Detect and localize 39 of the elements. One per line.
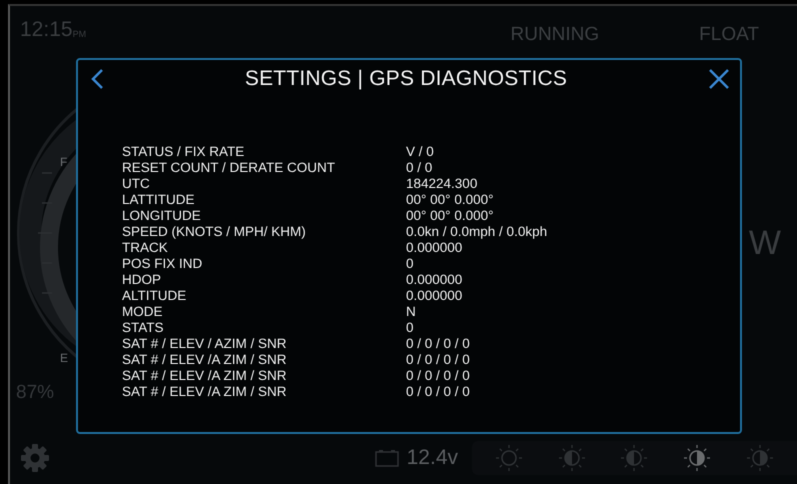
field-value: 0.0kn / 0.0mph / 0.0kph xyxy=(406,224,548,240)
field-label: STATS xyxy=(122,320,165,336)
field-value: 00° 00° 0.000° xyxy=(406,192,495,208)
field-label: SAT # / ELEV /A ZIM / SNR xyxy=(122,384,288,400)
field-label: ALTITUDE xyxy=(122,288,188,304)
field-value: 0.000000 xyxy=(406,240,464,256)
field-value: 0 xyxy=(406,320,415,336)
field-value: 0 / 0 xyxy=(406,160,434,176)
battery-icon xyxy=(374,449,399,467)
full-label: F xyxy=(60,154,68,168)
field-value: 0.000000 xyxy=(406,288,464,304)
brightness-icon[interactable] xyxy=(683,444,712,472)
settings-icon[interactable] xyxy=(20,443,50,473)
field-value: N xyxy=(406,304,417,320)
field-value: 0 / 0 / 0 / 0 xyxy=(406,352,471,368)
field-label: UTC xyxy=(122,176,151,192)
field-label: HDOP xyxy=(122,272,162,288)
voltage-reading: 12.4v xyxy=(406,446,458,470)
field-label: RESET COUNT / DERATE COUNT xyxy=(122,160,336,176)
empty-label: E xyxy=(60,350,68,364)
field-value: 00° 00° 0.000° xyxy=(406,208,495,224)
field-value: V / 0 xyxy=(406,144,435,160)
field-label: SAT # / ELEV /A ZIM / SNR xyxy=(122,368,288,384)
field-value: 0.000000 xyxy=(406,272,464,288)
field-label: SAT # / ELEV / AZIM / SNR xyxy=(122,336,288,352)
field-label: TRACK xyxy=(122,240,169,256)
field-label: LONGITUDE xyxy=(122,208,202,224)
field-value: 184224.300 xyxy=(406,176,478,192)
field-value: 0 / 0 / 0 / 0 xyxy=(406,384,471,400)
field-value: 0 xyxy=(406,256,415,272)
field-label: MODE xyxy=(122,304,164,320)
field-label: POS FIX IND xyxy=(122,256,204,272)
field-label: STATUS / FIX RATE xyxy=(122,144,246,160)
field-label: LATTITUDE xyxy=(122,192,196,208)
field-label: SAT # / ELEV /A ZIM / SNR xyxy=(122,352,288,368)
field-label: SPEED (KNOTS / MPH/ KHM) xyxy=(122,224,307,240)
dialog-title: SETTINGS | GPS DIAGNOSTICS xyxy=(244,67,568,91)
field-value: 0 / 0 / 0 / 0 xyxy=(406,336,471,352)
field-value: 0 / 0 / 0 / 0 xyxy=(406,368,471,384)
